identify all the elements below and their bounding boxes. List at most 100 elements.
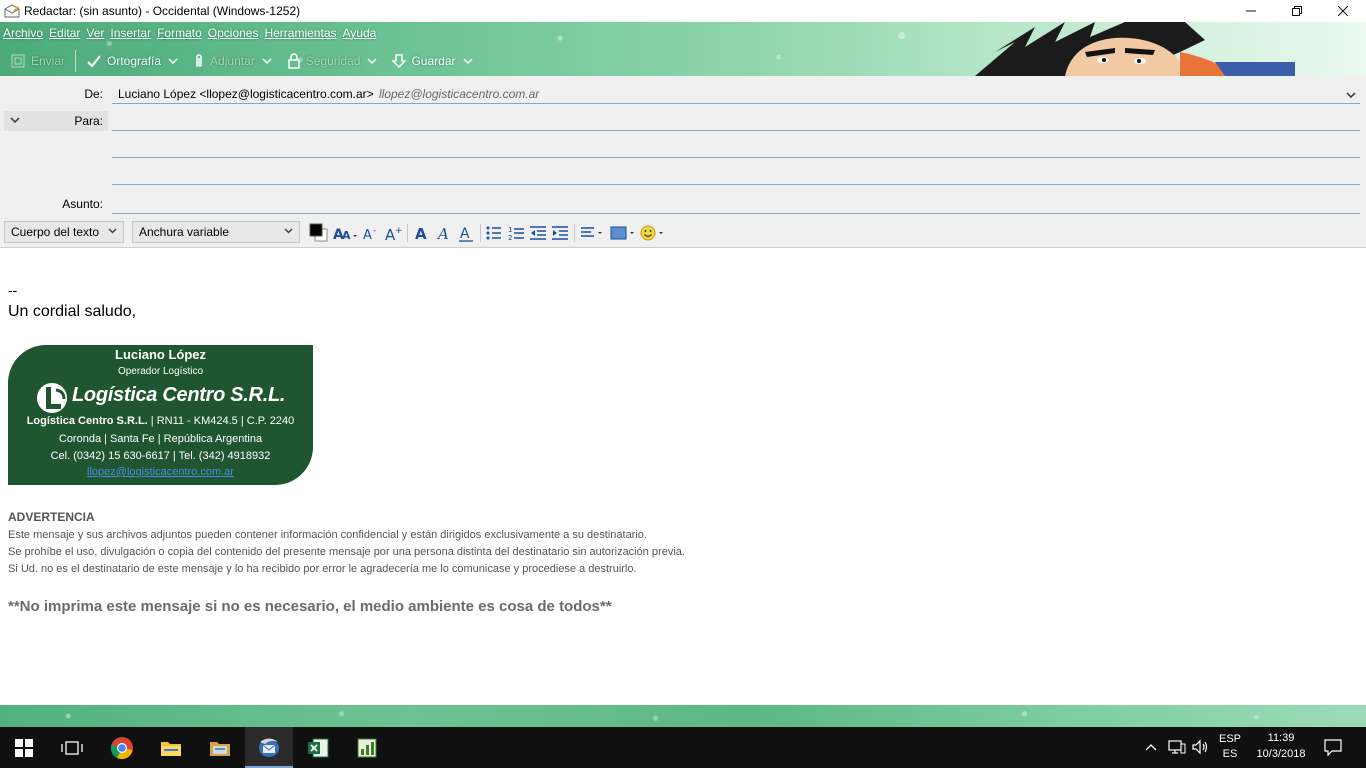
from-select[interactable]: Luciano López <llopez@logisticacentro.co…	[118, 87, 374, 101]
larger-font-button[interactable]: A +	[384, 223, 402, 243]
security-label: Seguridad	[305, 54, 361, 68]
paragraph-style-select[interactable]: Cuerpo del texto	[4, 221, 124, 243]
subject-input[interactable]	[112, 213, 1360, 214]
task-view-button[interactable]	[48, 727, 96, 768]
numbered-list-button[interactable]: 12	[507, 223, 525, 243]
bold-button[interactable]: A	[413, 223, 431, 243]
chevron-down-icon	[1346, 92, 1356, 99]
eco-note: **No imprima este mensaje si no es neces…	[8, 598, 612, 615]
signature-company: Logística Centro S.R.L.	[26, 415, 148, 427]
chevron-down-icon	[284, 228, 293, 234]
taskbar-file-explorer[interactable]	[147, 727, 195, 768]
taskbar-chart-app[interactable]	[343, 727, 391, 768]
menu-editar[interactable]: Editar	[46, 24, 83, 44]
warning-title: ADVERTENCIA	[8, 510, 95, 524]
input-language-indicator[interactable]: ESP ES	[1216, 733, 1244, 760]
attach-button[interactable]: Adjuntar	[189, 53, 259, 69]
volume-button[interactable]	[1192, 739, 1210, 758]
signature-address: | RN11 - KM424.5 | C.P. 2240	[150, 415, 295, 427]
save-dropdown[interactable]	[460, 58, 476, 64]
taskbar-excel[interactable]	[294, 727, 342, 768]
italic-button[interactable]: A	[435, 223, 453, 243]
signature-card: Luciano López Operador Logístico Logísti…	[8, 345, 313, 485]
menu-bar: Archivo Editar Ver Insertar Formato Opci…	[0, 24, 379, 44]
security-button[interactable]: Seguridad	[283, 53, 365, 69]
show-hidden-icons-button[interactable]	[1145, 740, 1157, 754]
signature-company-line: Logística Centro S.R.L. | RN11 - KM424.5…	[8, 415, 313, 427]
to-input[interactable]	[112, 130, 1360, 131]
to-input-3[interactable]	[112, 184, 1360, 185]
theme-artwork	[975, 22, 1295, 76]
svg-text:A: A	[342, 229, 351, 241]
company-logo-text: Logística Centro S.R.L.	[72, 384, 286, 406]
insert-button[interactable]	[609, 223, 637, 243]
menu-herramientas[interactable]: Herramientas	[261, 24, 339, 44]
taskbar-thunderbird[interactable]	[245, 727, 293, 768]
clock-date: 10/3/2018	[1256, 748, 1306, 760]
font-size-button[interactable]: AA	[333, 223, 359, 243]
menu-ver[interactable]: Ver	[83, 24, 107, 44]
title-bar: Redactar: (sin asunto) - Occidental (Win…	[0, 0, 1366, 22]
signature-name: Luciano López	[115, 347, 206, 362]
svg-text:A: A	[436, 225, 449, 241]
minimize-button[interactable]	[1228, 0, 1274, 22]
send-icon	[11, 54, 25, 68]
underline-icon: A	[459, 226, 473, 242]
paragraph-style-value: Cuerpo del texto	[11, 225, 100, 239]
indent-button[interactable]	[551, 223, 569, 243]
save-label: Guardar	[411, 54, 456, 68]
chevron-down-icon	[367, 58, 377, 64]
from-underline	[112, 103, 1360, 104]
menu-formato[interactable]: Formato	[154, 24, 205, 44]
folder-icon	[210, 741, 230, 756]
menu-opciones[interactable]: Opciones	[205, 24, 262, 44]
menu-ayuda[interactable]: Ayuda	[340, 24, 380, 44]
save-button[interactable]: Guardar	[388, 53, 459, 69]
thunderbird-icon	[259, 738, 279, 757]
svg-text:1: 1	[508, 226, 512, 234]
menu-insertar[interactable]: Insertar	[107, 24, 154, 44]
network-button[interactable]	[1168, 739, 1186, 758]
excel-icon	[308, 738, 329, 757]
smaller-font-button[interactable]: A-	[362, 223, 380, 243]
italic-icon: A	[436, 225, 449, 241]
restore-button[interactable]	[1274, 0, 1320, 22]
text-color-button[interactable]	[308, 223, 330, 243]
recipient-type-toggle[interactable]: Para:	[4, 111, 108, 131]
clock[interactable]: 11:39 10/3/2018	[1250, 732, 1312, 760]
indent-icon	[552, 226, 568, 240]
taskbar-chrome[interactable]	[98, 727, 146, 768]
from-dropdown[interactable]	[1346, 87, 1356, 101]
format-separator	[407, 224, 408, 242]
to-input-2[interactable]	[112, 157, 1360, 158]
chevron-up-icon	[1145, 744, 1157, 751]
font-select[interactable]: Anchura variable	[132, 221, 300, 243]
action-center-button[interactable]	[1324, 739, 1342, 759]
signature-email-link[interactable]: llopez@logisticacentro.com.ar	[8, 466, 313, 478]
bullet-list-button[interactable]	[485, 223, 503, 243]
status-bar	[0, 705, 1366, 727]
menu-archivo[interactable]: Archivo	[0, 24, 46, 44]
attach-dropdown[interactable]	[259, 58, 275, 64]
start-button[interactable]	[0, 727, 48, 768]
close-button[interactable]	[1320, 0, 1366, 22]
spelling-button[interactable]: Ortografía	[82, 53, 165, 69]
format-separator	[574, 224, 575, 242]
from-label: De:	[84, 87, 103, 101]
svg-text:A: A	[363, 228, 372, 241]
language-bottom: ES	[1222, 748, 1238, 760]
message-body[interactable]: -- Un cordial saludo, Luciano López Oper…	[0, 249, 1366, 705]
taskbar-folder[interactable]	[196, 727, 244, 768]
chevron-down-icon	[168, 58, 178, 64]
start-icon	[15, 738, 33, 757]
align-button[interactable]	[580, 223, 606, 243]
attach-label: Adjuntar	[210, 54, 255, 68]
outdent-button[interactable]	[529, 223, 547, 243]
svg-text:+: +	[395, 226, 402, 236]
send-button[interactable]: Enviar	[6, 53, 69, 69]
security-dropdown[interactable]	[364, 58, 380, 64]
emoji-button[interactable]	[639, 223, 667, 243]
underline-button[interactable]: A	[457, 223, 475, 243]
svg-text:-: -	[373, 226, 376, 236]
spelling-dropdown[interactable]	[165, 58, 181, 64]
